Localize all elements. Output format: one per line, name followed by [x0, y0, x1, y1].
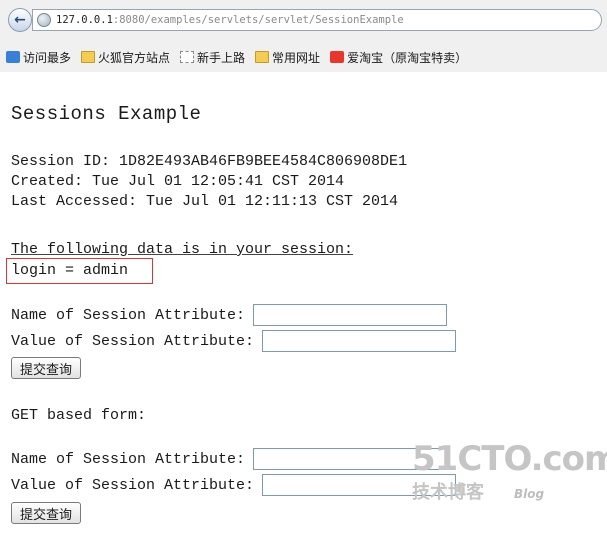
session-created: Created: Tue Jul 01 12:05:41 CST 2014: [11, 173, 345, 190]
form1-value-label: Value of Session Attribute:: [11, 332, 255, 350]
back-arrow-icon: ←: [14, 12, 26, 28]
bookmark-firefox-site[interactable]: 火狐官方站点: [81, 49, 170, 66]
folder-icon: [81, 51, 96, 63]
folder-icon: [255, 51, 270, 63]
page-title: Sessions Example: [11, 103, 202, 125]
form2-name-label: Name of Session Attribute:: [11, 450, 246, 468]
session-attribute: login = admin: [11, 262, 129, 279]
bookmarks-toolbar: 访问最多 火狐官方站点 新手上路 常用网址 爱淘宝（原淘宝特卖）: [0, 44, 607, 70]
form1-value-row: Value of Session Attribute:: [11, 330, 457, 352]
session-last-accessed: Last Accessed: Tue Jul 01 12:11:13 CST 2…: [11, 193, 399, 210]
watermark-logo: 51CTO.com: [412, 439, 607, 479]
bookmark-label: 火狐官方站点: [98, 50, 171, 65]
bookmark-label: 常用网址: [272, 50, 321, 65]
form1-name-input[interactable]: [253, 304, 448, 326]
bookmark-label: 爱淘宝（原淘宝特卖）: [347, 50, 468, 65]
form2-submit-button[interactable]: 提交查询: [11, 502, 82, 524]
form1-name-label: Name of Session Attribute:: [11, 306, 246, 324]
watermark-subtitle: 技术博客 Blog: [412, 478, 607, 504]
bookmark-label: 新手上路: [197, 50, 246, 65]
form2-value-label: Value of Session Attribute:: [11, 476, 255, 494]
bookmark-common-sites[interactable]: 常用网址: [255, 49, 320, 66]
session-id: Session ID: 1D82E493AB46FB9BEE4584C80690…: [11, 153, 408, 170]
url-text[interactable]: 127.0.0.1:8080/examples/servlets/servlet…: [56, 14, 404, 26]
get-form-heading: GET based form:: [11, 407, 147, 424]
navigation-bar: ← 127.0.0.1:8080/examples/servlets/servl…: [0, 0, 607, 40]
watermark: 51CTO.com 技术博客 Blog: [412, 442, 607, 504]
back-button[interactable]: ←: [8, 8, 32, 32]
globe-icon: [37, 13, 51, 27]
form1-value-input[interactable]: [262, 330, 457, 352]
form1-name-row: Name of Session Attribute:: [11, 304, 448, 326]
blank-page-icon: [180, 51, 195, 63]
search-bookmark-icon: [6, 51, 20, 63]
url-path: :8080/examples/servlets/servlet/SessionE…: [112, 14, 404, 26]
form2-name-row: Name of Session Attribute:: [11, 448, 448, 470]
taobao-icon: [330, 51, 345, 63]
bookmark-taobao[interactable]: 爱淘宝（原淘宝特卖）: [330, 49, 467, 66]
url-host: 127.0.0.1: [56, 14, 113, 26]
session-data-intro: The following data is in your session:: [11, 241, 354, 258]
bookmark-most-visited[interactable]: 访问最多: [6, 49, 71, 66]
bookmark-getting-started[interactable]: 新手上路: [180, 49, 245, 66]
watermark-blog: Blog: [514, 487, 545, 501]
bookmark-label: 访问最多: [23, 50, 72, 65]
browser-chrome: ← 127.0.0.1:8080/examples/servlets/servl…: [0, 0, 607, 72]
address-bar[interactable]: 127.0.0.1:8080/examples/servlets/servlet…: [32, 9, 602, 31]
watermark-sub-text: 技术博客: [412, 482, 484, 503]
form1-submit-button[interactable]: 提交查询: [11, 357, 82, 379]
form2-value-row: Value of Session Attribute:: [11, 474, 457, 496]
